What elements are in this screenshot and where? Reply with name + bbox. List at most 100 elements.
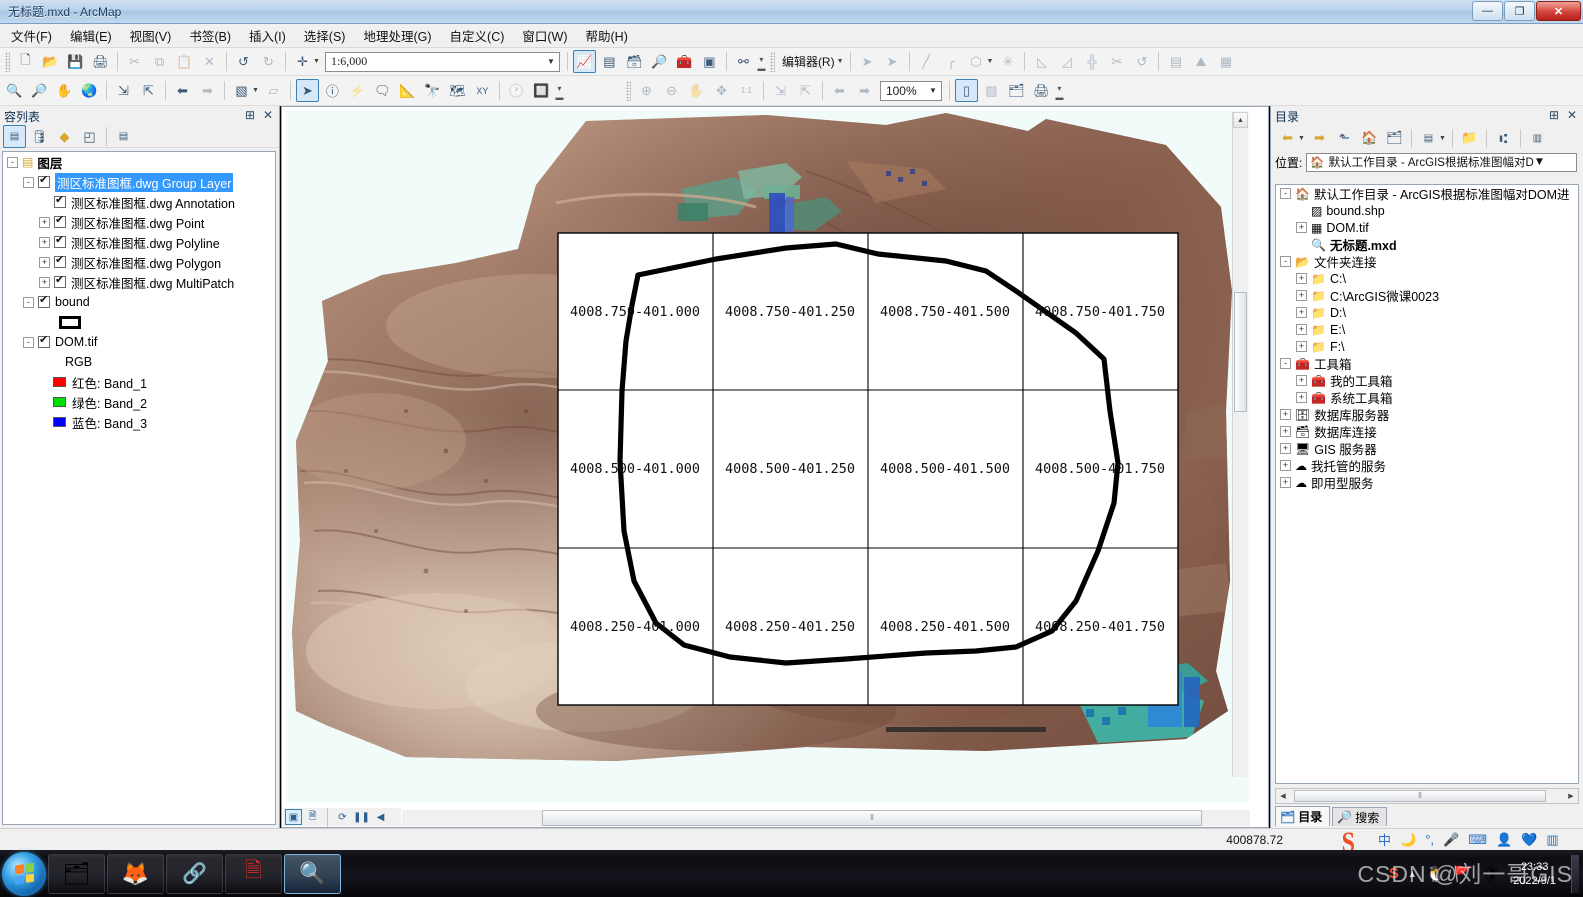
menu-item-9[interactable]: 帮助(H): [577, 23, 637, 48]
toc-row[interactable]: RGB: [3, 352, 275, 372]
expand-icon[interactable]: +: [1296, 307, 1307, 318]
copy-icon[interactable]: ⧉: [148, 50, 171, 73]
expand-icon[interactable]: +: [1280, 477, 1291, 488]
menu-item-0[interactable]: 文件(F): [2, 23, 61, 48]
cut-icon[interactable]: ✂: [123, 50, 146, 73]
toc-row[interactable]: - DOM.tif: [3, 332, 275, 352]
layer-visibility-checkbox[interactable]: [54, 193, 66, 208]
layout-zoom-out-icon[interactable]: ⊖: [660, 79, 683, 102]
scroll-thumb[interactable]: ⦀: [542, 810, 1202, 826]
toc-row[interactable]: - bound: [3, 292, 275, 312]
layout-toolbar-grip[interactable]: [625, 80, 631, 101]
scroll-right-icon[interactable]: ▶: [1564, 790, 1578, 802]
menu-item-4[interactable]: 插入(I): [240, 23, 295, 48]
identify-icon[interactable]: ⓘ: [321, 79, 344, 102]
catalog-row[interactable]: + 📁 F:\: [1276, 338, 1578, 355]
delete-icon[interactable]: ✕: [198, 50, 221, 73]
layer-visibility-checkbox[interactable]: [54, 213, 66, 228]
scroll-thumb[interactable]: ⦀: [1294, 790, 1546, 802]
close-button[interactable]: ✕: [1536, 1, 1581, 21]
catalog-row[interactable]: + 🧰 我的工具箱: [1276, 372, 1578, 389]
toggle-tree-view-icon[interactable]: ⑆: [1492, 127, 1515, 150]
menu-item-3[interactable]: 书签(B): [180, 23, 240, 48]
create-features-icon[interactable]: ▦: [1214, 50, 1237, 73]
maximize-button[interactable]: ❐: [1504, 1, 1535, 21]
time-slider-icon[interactable]: 🕐: [505, 79, 528, 102]
catalog-row[interactable]: + ☁ 即用型服务: [1276, 474, 1578, 491]
taskbar-clock[interactable]: 23:33 2022/9/1: [1513, 860, 1556, 888]
rotate-tool-icon[interactable]: ✂: [1105, 50, 1128, 73]
clear-selection-icon[interactable]: ▱: [262, 79, 285, 102]
create-viewer-window-icon[interactable]: 🔲: [530, 79, 553, 102]
catalog-row[interactable]: + ▦ DOM.tif: [1276, 219, 1578, 236]
collapse-icon[interactable]: -: [23, 336, 34, 348]
toggle-contents-panel-icon[interactable]: ▤: [1417, 127, 1440, 150]
chevron-down-icon[interactable]: ▼: [543, 53, 559, 71]
toc-pin-icon[interactable]: ⊞: [245, 108, 255, 122]
expand-icon[interactable]: +: [1296, 375, 1307, 386]
layout-1to1-icon[interactable]: 1:1: [735, 79, 758, 102]
table-of-contents-icon[interactable]: ▤: [598, 50, 621, 73]
expand-icon[interactable]: +: [39, 216, 50, 228]
sketch-properties-icon[interactable]: ⛰: [1189, 50, 1212, 73]
layout-whole-page-icon[interactable]: ✥: [710, 79, 733, 102]
menu-item-5[interactable]: 选择(S): [295, 23, 355, 48]
catalog-row[interactable]: + 🗃 数据库连接: [1276, 423, 1578, 440]
catalog-row[interactable]: - 🧰 工具箱: [1276, 355, 1578, 372]
connect-to-folder-icon[interactable]: 📁: [1458, 127, 1481, 150]
item-description-icon[interactable]: ▥: [1526, 127, 1549, 150]
catalog-tab-0[interactable]: 🗂 目录: [1275, 806, 1331, 826]
search-window-icon[interactable]: 🔎: [648, 50, 671, 73]
open-map-icon[interactable]: 📂: [39, 50, 62, 73]
menu-item-6[interactable]: 地理处理(G): [354, 23, 440, 48]
go-back-extent-icon[interactable]: ⬅: [171, 79, 194, 102]
toc-options-icon[interactable]: ▤: [112, 125, 135, 148]
catalog-row[interactable]: + 📁 C:\ArcGIS微课0023: [1276, 287, 1578, 304]
scroll-left-icon[interactable]: ◀: [1276, 790, 1290, 802]
change-layout-icon[interactable]: ▨: [980, 79, 1003, 102]
toc-row[interactable]: 红色: Band_1: [3, 372, 275, 392]
catalog-window-icon[interactable]: 🗃: [623, 50, 646, 73]
expand-icon[interactable]: +: [1296, 290, 1307, 301]
catalog-tab-1[interactable]: 🔎 搜索: [1332, 807, 1388, 826]
collapse-icon[interactable]: -: [1280, 256, 1291, 267]
toc-row[interactable]: 绿色: Band_2: [3, 392, 275, 412]
python-window-icon[interactable]: ▣: [698, 50, 721, 73]
catalog-row[interactable]: - 🏠 默认工作目录 - ArcGIS根据标准图幅对DOM进: [1276, 185, 1578, 202]
editor-toolbar-icon[interactable]: 📈: [572, 50, 596, 73]
map-canvas[interactable]: 4008.750-401.000 4008.750-401.250 4008.750…: [286, 111, 1249, 803]
measure-icon[interactable]: 📐: [396, 79, 419, 102]
collapse-icon[interactable]: -: [23, 176, 34, 188]
layout-go-forward-icon[interactable]: ➡: [853, 79, 876, 102]
chevron-down-icon[interactable]: ▼: [1534, 156, 1545, 168]
pause-drawing-icon[interactable]: ❚❚: [353, 809, 370, 825]
toc-row[interactable]: [3, 312, 275, 332]
toc-row[interactable]: - ▤ 图层: [3, 152, 275, 172]
layout-view-icon[interactable]: 🗎: [304, 809, 321, 825]
toc-row[interactable]: + 测区标准图框.dwg MultiPatch: [3, 272, 275, 292]
add-data-icon[interactable]: ✛: [291, 50, 314, 73]
back-icon[interactable]: ⬅: [1276, 127, 1299, 150]
layout-fixed-zoom-in-icon[interactable]: ⇲: [769, 79, 792, 102]
map-vertical-scrollbar[interactable]: ▲: [1232, 112, 1248, 777]
forward-icon[interactable]: ➡: [1308, 127, 1331, 150]
collapse-icon[interactable]: -: [7, 156, 18, 168]
toc-tree[interactable]: -▤图层-测区标准图框.dwg Group Layer测区标准图框.dwg An…: [2, 151, 276, 825]
taskbar-item-firefox[interactable]: 🦊: [107, 853, 164, 894]
model-builder-icon[interactable]: ⚯: [732, 50, 755, 73]
layout-zoom-combobox[interactable]: 100% ▼: [879, 80, 942, 101]
html-popup-icon[interactable]: 🗨: [371, 79, 394, 102]
scroll-thumb[interactable]: [1234, 292, 1247, 412]
layer-visibility-checkbox[interactable]: [54, 233, 66, 248]
catalog-row[interactable]: + ☁ 我托管的服务: [1276, 457, 1578, 474]
taskbar-item-windows-explorer[interactable]: 🗂: [48, 853, 105, 894]
menu-item-2[interactable]: 视图(V): [121, 23, 181, 48]
catalog-row[interactable]: ▨ bound.shp: [1276, 202, 1578, 219]
full-extent-icon[interactable]: 🌏: [78, 79, 101, 102]
toc-row[interactable]: 测区标准图框.dwg Annotation: [3, 192, 275, 212]
catalog-row[interactable]: + 🗄 数据库服务器: [1276, 406, 1578, 423]
pan-icon[interactable]: ✋: [53, 79, 76, 102]
expand-icon[interactable]: +: [1296, 222, 1307, 233]
catalog-horizontal-scrollbar[interactable]: ◀ ⦀ ▶: [1275, 788, 1579, 804]
up-one-level-icon[interactable]: ⬑: [1333, 127, 1356, 150]
